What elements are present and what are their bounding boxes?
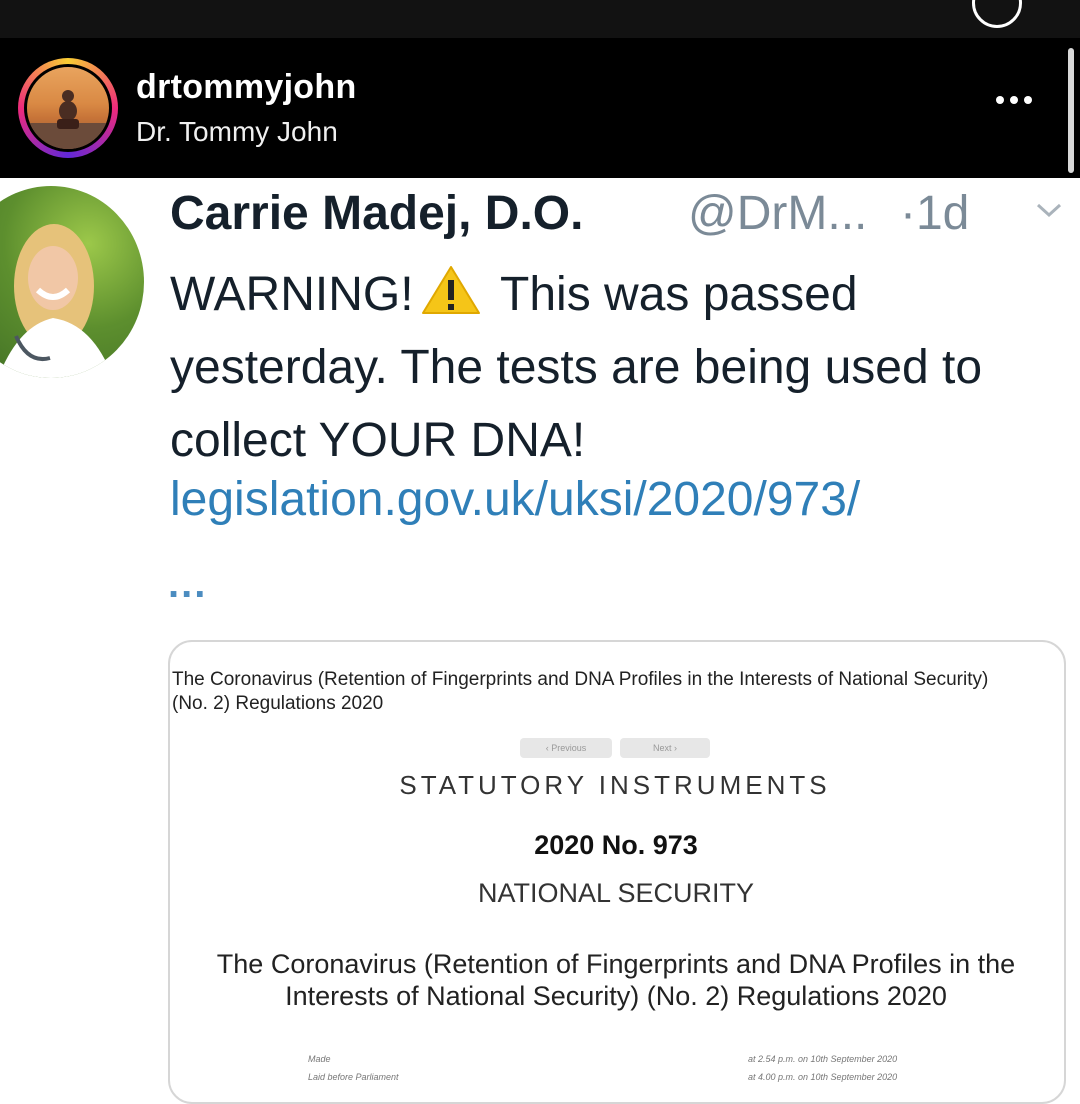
- avatar[interactable]: [24, 64, 112, 152]
- dot: [1024, 96, 1032, 104]
- post-header: [0, 38, 1080, 178]
- document-number: 2020 No. 973: [534, 830, 698, 860]
- tweet-author-photo: [0, 186, 144, 378]
- chevron-down-icon[interactable]: [1034, 200, 1064, 220]
- document-header: The Coronavirus (Retention of Fingerprin…: [172, 669, 989, 714]
- dot: [996, 96, 1004, 104]
- tweet-more-ellipsis[interactable]: ...: [168, 562, 207, 607]
- dot: [1010, 96, 1018, 104]
- made-time: at 2.54 p.m. on 10th September 2020: [748, 1054, 898, 1064]
- document-dates-labels: Made Laid before Parliament: [308, 1050, 399, 1086]
- tweet-text: WARNING! This was passed yesterday. The …: [170, 258, 1060, 477]
- laid-time: at 4.00 p.m. on 10th September 2020: [748, 1072, 898, 1082]
- document-subject: NATIONAL SECURITY: [477, 878, 755, 908]
- next-button[interactable]: Next ›: [620, 738, 710, 758]
- avatar-image: [27, 90, 109, 149]
- warning-icon: [421, 266, 480, 314]
- scrollbar[interactable]: [1068, 48, 1074, 173]
- top-circle-icon[interactable]: [972, 0, 1022, 28]
- full-name: Dr. Tommy John: [136, 116, 338, 147]
- previous-button[interactable]: ‹ Previous: [520, 738, 612, 758]
- username[interactable]: drtommyjohn: [136, 68, 357, 107]
- tweet-handle[interactable]: @DrM...: [688, 186, 867, 241]
- tweet-time: ·1d: [900, 187, 970, 240]
- tweet-text-warning: WARNING!: [170, 268, 414, 321]
- top-status-bar: [0, 0, 1080, 38]
- document-series: STATUTORY INSTRUMENTS: [399, 770, 831, 800]
- document-dates-values: at 2.54 p.m. on 10th September 2020 at 4…: [748, 1050, 897, 1086]
- laid-label: Laid before Parliament: [308, 1072, 399, 1082]
- author-photo-image: [0, 224, 113, 378]
- more-horizontal-icon[interactable]: [996, 96, 1040, 110]
- document-full-title: The Coronavirus (Retention of Fingerprin…: [216, 949, 1016, 1011]
- tweet-author-name[interactable]: Carrie Madej, D.O.: [170, 186, 583, 241]
- tweet-link[interactable]: legislation.gov.uk/uksi/2020/973/: [170, 472, 860, 527]
- made-label: Made: [308, 1054, 331, 1064]
